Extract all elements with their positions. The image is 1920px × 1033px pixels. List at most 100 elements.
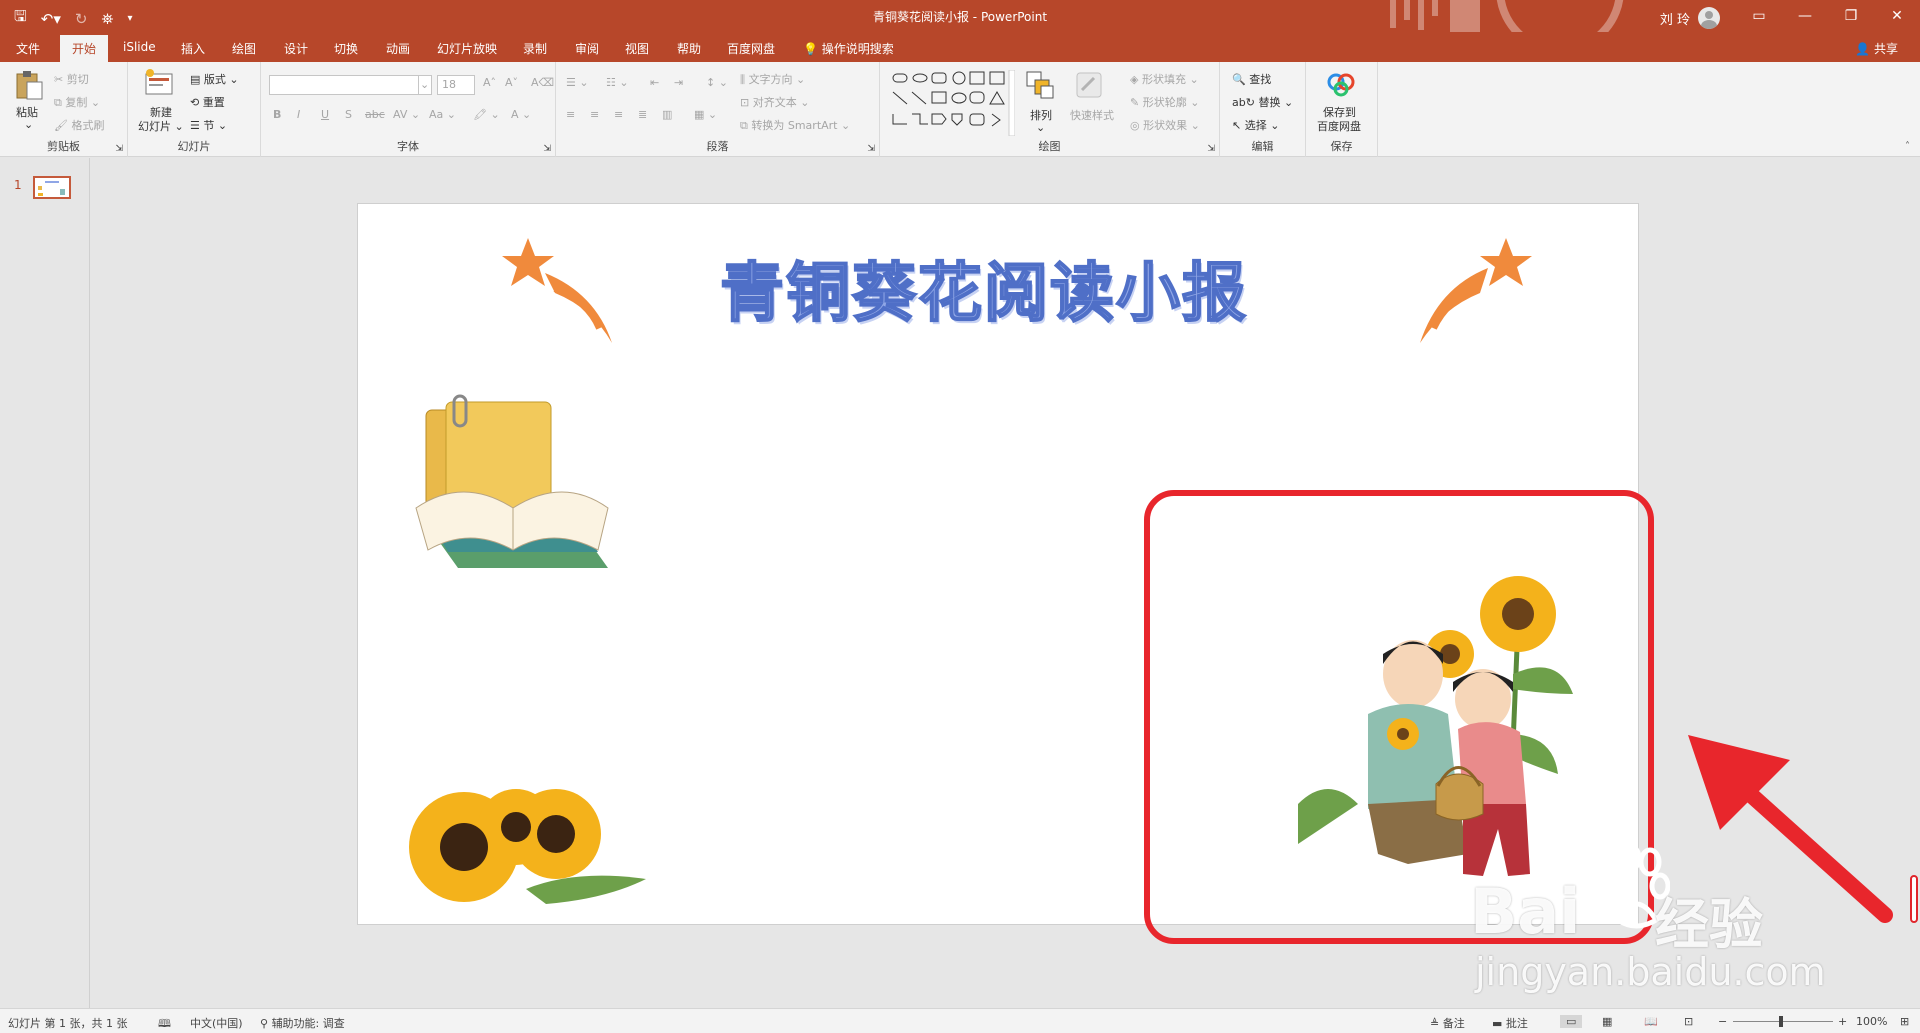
clipboard-launcher-icon[interactable]: ⇲ bbox=[115, 144, 123, 154]
strikethrough-icon[interactable]: abc bbox=[365, 108, 385, 121]
tab-view[interactable]: 视图 bbox=[625, 40, 649, 57]
cut-button[interactable]: ✂ 剪切 bbox=[54, 71, 89, 87]
format-painter-button[interactable]: 🖌 格式刷 bbox=[54, 117, 104, 133]
align-center-icon[interactable]: ≡ bbox=[590, 108, 599, 121]
quick-styles-icon[interactable] bbox=[1074, 70, 1104, 100]
tab-review[interactable]: 审阅 bbox=[575, 40, 599, 57]
tab-transitions[interactable]: 切换 bbox=[334, 40, 358, 57]
shooting-star-left-icon[interactable] bbox=[500, 238, 620, 348]
smartart-button[interactable]: ⧉ 转换为 SmartArt ⌄ bbox=[740, 117, 850, 133]
bullets-icon[interactable]: ☰ ⌄ bbox=[566, 76, 589, 89]
numbering-icon[interactable]: ☷ ⌄ bbox=[606, 76, 629, 89]
clear-formatting-icon[interactable]: A⌫ bbox=[531, 76, 554, 89]
accessibility-checker[interactable]: ⚲ 辅助功能: 调查 bbox=[260, 1015, 345, 1031]
decrease-font-icon[interactable]: A˅ bbox=[505, 76, 518, 89]
character-spacing-icon[interactable]: AV ⌄ bbox=[393, 108, 420, 121]
distribute-icon[interactable]: ▥ bbox=[662, 108, 672, 121]
ribbon-display-options-icon[interactable]: ▭ bbox=[1736, 0, 1782, 32]
tab-baidu-netdisk[interactable]: 百度网盘 bbox=[727, 40, 775, 57]
zoom-slider-thumb[interactable] bbox=[1779, 1016, 1783, 1027]
shape-fill-button[interactable]: ◈ 形状填充 ⌄ bbox=[1130, 71, 1199, 87]
shape-outline-button[interactable]: ✎ 形状轮廓 ⌄ bbox=[1130, 94, 1199, 110]
tab-help[interactable]: 帮助 bbox=[677, 40, 701, 57]
font-name-dropdown-icon[interactable]: ⌄ bbox=[418, 75, 432, 95]
zoom-slider-track[interactable] bbox=[1733, 1021, 1833, 1022]
shadow-icon[interactable]: S bbox=[345, 108, 352, 121]
tell-me-search[interactable]: 💡 操作说明搜索 bbox=[803, 40, 894, 57]
spelling-icon[interactable]: 🕮 bbox=[158, 1015, 171, 1033]
line-spacing-icon[interactable]: ↕ ⌄ bbox=[706, 76, 728, 89]
avatar[interactable] bbox=[1698, 7, 1720, 29]
arrange-dropdown-icon[interactable]: ⌄ bbox=[1036, 121, 1045, 134]
tab-insert[interactable]: 插入 bbox=[181, 40, 205, 57]
shooting-star-right-icon[interactable] bbox=[1408, 238, 1538, 348]
comments-button[interactable]: ▬ 批注 bbox=[1492, 1015, 1528, 1031]
align-left-icon[interactable]: ≡ bbox=[566, 108, 575, 121]
find-button[interactable]: 🔍 查找 bbox=[1232, 71, 1271, 87]
minimize-icon[interactable]: — bbox=[1782, 0, 1828, 32]
slide-thumbnail[interactable] bbox=[33, 176, 71, 199]
tab-file[interactable]: 文件 bbox=[16, 40, 40, 57]
paste-dropdown-icon[interactable]: ⌄ bbox=[24, 118, 33, 131]
quick-styles-button[interactable]: 快速样式 bbox=[1070, 107, 1114, 123]
vertical-scrollbar-thumb[interactable] bbox=[1910, 875, 1918, 923]
replace-button[interactable]: ab↻ 替换 ⌄ bbox=[1232, 94, 1293, 110]
reset-button[interactable]: ⟲ 重置 bbox=[190, 94, 225, 110]
fit-to-window-icon[interactable]: ⊞ bbox=[1900, 1015, 1909, 1028]
zoom-level[interactable]: 100% bbox=[1856, 1015, 1887, 1028]
select-button[interactable]: ↖ 选择 ⌄ bbox=[1232, 117, 1279, 133]
slide-sorter-icon[interactable]: ▦ bbox=[1602, 1015, 1612, 1028]
books-illustration[interactable] bbox=[408, 390, 618, 590]
change-case-icon[interactable]: Aa ⌄ bbox=[429, 108, 456, 121]
sunflowers-illustration[interactable] bbox=[406, 779, 656, 909]
new-slide-button[interactable]: 幻灯片 ⌄ bbox=[138, 118, 184, 134]
font-name-input[interactable] bbox=[269, 75, 419, 95]
slideshow-view-icon[interactable]: ⊡ bbox=[1684, 1015, 1693, 1028]
bold-icon[interactable]: B bbox=[273, 108, 281, 121]
tab-islide[interactable]: iSlide bbox=[123, 40, 156, 54]
paste-icon[interactable] bbox=[14, 70, 44, 100]
underline-icon[interactable]: U bbox=[321, 108, 329, 121]
copy-button[interactable]: ⧉ 复制 ⌄ bbox=[54, 94, 100, 110]
columns-icon[interactable]: ▦ ⌄ bbox=[694, 108, 717, 121]
increase-font-icon[interactable]: A˄ bbox=[483, 76, 496, 89]
drawing-launcher-icon[interactable]: ⇲ bbox=[1207, 144, 1215, 154]
font-launcher-icon[interactable]: ⇲ bbox=[543, 144, 551, 154]
tab-design[interactable]: 设计 bbox=[284, 40, 308, 57]
tab-record[interactable]: 录制 bbox=[523, 40, 547, 57]
paragraph-launcher-icon[interactable]: ⇲ bbox=[867, 144, 875, 154]
close-icon[interactable]: ✕ bbox=[1874, 0, 1920, 32]
justify-icon[interactable]: ≣ bbox=[638, 108, 647, 121]
save-to-baidu-button[interactable]: 百度网盘 bbox=[1317, 118, 1361, 134]
slide-title[interactable]: 青铜葵花阅读小报 bbox=[719, 242, 1248, 334]
shape-effects-button[interactable]: ◎ 形状效果 ⌄ bbox=[1130, 117, 1200, 133]
tab-draw[interactable]: 绘图 bbox=[232, 40, 256, 57]
restore-icon[interactable]: ❐ bbox=[1828, 0, 1874, 32]
shapes-gallery[interactable] bbox=[890, 70, 1015, 136]
font-size-input[interactable]: 18 bbox=[437, 75, 475, 95]
tab-animations[interactable]: 动画 bbox=[386, 40, 410, 57]
decrease-indent-icon[interactable]: ⇤ bbox=[650, 76, 659, 89]
layout-button[interactable]: ▤ 版式 ⌄ bbox=[190, 71, 239, 87]
align-right-icon[interactable]: ≡ bbox=[614, 108, 623, 121]
increase-indent-icon[interactable]: ⇥ bbox=[674, 76, 683, 89]
zoom-out-icon[interactable]: − bbox=[1718, 1015, 1727, 1028]
align-text-button[interactable]: ⊡ 对齐文本 ⌄ bbox=[740, 94, 809, 110]
text-direction-button[interactable]: ⫼ 文字方向 ⌄ bbox=[740, 71, 805, 87]
arrange-icon[interactable] bbox=[1025, 70, 1055, 100]
language-indicator[interactable]: 中文(中国) bbox=[190, 1015, 243, 1031]
reading-view-icon[interactable]: 📖 bbox=[1644, 1015, 1658, 1028]
share-button[interactable]: 👤 共享 bbox=[1855, 40, 1898, 57]
collapse-ribbon-icon[interactable]: ˄ bbox=[1905, 141, 1910, 152]
tab-slideshow[interactable]: 幻灯片放映 bbox=[437, 40, 497, 57]
zoom-in-icon[interactable]: + bbox=[1838, 1015, 1847, 1028]
italic-icon[interactable]: I bbox=[297, 108, 300, 121]
section-button[interactable]: ☰ 节 ⌄ bbox=[190, 117, 227, 133]
notes-button[interactable]: ≜ 备注 bbox=[1430, 1015, 1465, 1031]
account[interactable]: 刘 玲 bbox=[1660, 7, 1720, 29]
tab-home[interactable]: 开始 bbox=[60, 35, 109, 62]
new-slide-icon[interactable] bbox=[144, 68, 174, 98]
font-color-icon[interactable]: A ⌄ bbox=[511, 108, 531, 121]
highlight-icon[interactable]: 🖍 ⌄ bbox=[473, 108, 500, 121]
baidu-netdisk-icon[interactable] bbox=[1326, 68, 1356, 98]
